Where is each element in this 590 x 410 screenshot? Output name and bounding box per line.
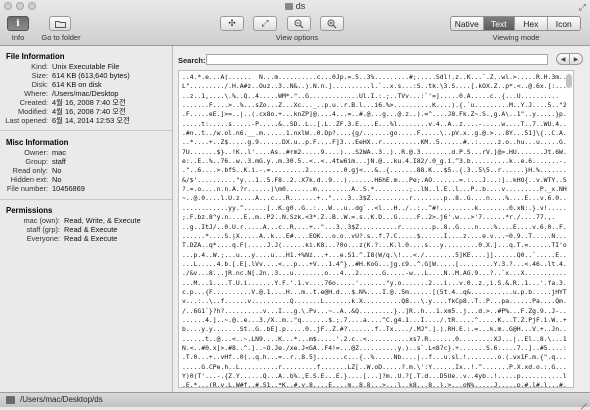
resize-grip-icon[interactable] xyxy=(579,396,587,410)
window-title: ds xyxy=(0,1,590,11)
move-view-button[interactable]: ✣ xyxy=(220,16,244,31)
text-dump-content: ..4.*.e...A(...... N...m..........c...0J… xyxy=(182,73,567,387)
info-label: Info xyxy=(11,33,25,42)
zoom-out-icon xyxy=(294,19,304,28)
zoom-out-button[interactable] xyxy=(287,16,311,31)
file-info-title: File Information xyxy=(6,52,65,61)
expand-arrows-icon: ⤢ xyxy=(261,18,269,28)
zoom-in-icon xyxy=(327,19,337,28)
search-navigation: ◀ ▶ xyxy=(556,53,583,65)
move-arrows-icon: ✣ xyxy=(228,18,236,28)
section-divider xyxy=(0,130,172,131)
section-divider xyxy=(0,199,172,200)
previous-match-button[interactable]: ◀ xyxy=(557,54,570,64)
zoom-in-button[interactable] xyxy=(320,16,344,31)
vertical-scrollbar[interactable] xyxy=(566,72,572,386)
info-row-modified: Modified: 4월 16, 2008 7:40 오전 xyxy=(18,107,126,116)
mode-text-button[interactable]: Text xyxy=(483,17,516,30)
window-title-text: ds xyxy=(295,1,306,11)
chevron-right-icon: ▶ xyxy=(573,56,579,63)
folder-icon xyxy=(54,20,66,28)
misc-row-owner: Owner: mac xyxy=(24,148,66,157)
misc-row-hidden-ext: Hidden ext: No xyxy=(10,175,62,184)
next-match-button[interactable]: ▶ xyxy=(570,54,582,64)
info-icon: i xyxy=(16,18,20,29)
info-row-created: Created: 4월 16, 2008 7:40 오전 xyxy=(19,98,126,107)
viewing-mode-control: Native Text Hex Icon xyxy=(450,16,581,31)
document-icon xyxy=(284,3,293,11)
mode-hex-button[interactable]: Hex xyxy=(515,17,548,30)
permissions-title: Permissions xyxy=(6,206,53,215)
go-to-folder-button[interactable] xyxy=(49,16,71,31)
viewing-mode-label: Viewing mode xyxy=(492,33,540,42)
misc-row-file-number: File number: 10456869 xyxy=(6,184,85,193)
info-row-where: Where:/Users/mac/Desktop xyxy=(24,89,119,98)
perm-row-everyone: Everyone: Read & Execute xyxy=(26,234,118,243)
info-sidebar: File Information Kind: Unix Executable Fi… xyxy=(0,46,173,392)
perm-row-group: staff (grp): Read & Execute xyxy=(26,225,118,234)
app-window: ds ⤢ i Info Go to folder ✣ ⤢ View option… xyxy=(0,0,590,410)
perm-row-owner: mac (own): Read, Write, & Execute xyxy=(23,216,141,225)
file-icon xyxy=(6,396,15,404)
status-bar: /Users/mac/Desktop/ds xyxy=(0,392,590,410)
info-row-kind: Kind: Unix Executable File xyxy=(31,62,120,71)
search-input[interactable] xyxy=(206,54,548,65)
info-button[interactable]: i xyxy=(7,16,29,31)
go-to-folder-label: Go to folder xyxy=(41,33,81,42)
content-pane: Search: ◀ ▶ ..4.*.e...A(...... N...m....… xyxy=(173,46,590,392)
status-path: /Users/mac/Desktop/ds xyxy=(20,395,103,404)
misc-row-read-only: Read only: No xyxy=(12,166,62,175)
misc-row-group: Group: staff xyxy=(25,157,66,166)
info-row-size: Size: 614 KB (613,640 bytes) xyxy=(31,71,130,80)
scrollbar-thumb[interactable] xyxy=(566,74,572,88)
misc-info-title: Misc Information xyxy=(6,138,69,147)
mode-native-button[interactable]: Native xyxy=(451,17,484,30)
info-row-disk: Disk: 614 KB on disk xyxy=(31,80,102,89)
info-row-last-opened: Last opened: 6월 14, 2014 12:53 오전 xyxy=(5,116,130,125)
expand-view-button[interactable]: ⤢ xyxy=(253,16,277,31)
fullscreen-icon[interactable]: ⤢ xyxy=(579,2,586,13)
mode-icon-button[interactable]: Icon xyxy=(547,17,580,30)
toolbar: ds ⤢ i Info Go to folder ✣ ⤢ View option… xyxy=(0,0,590,46)
text-dump-view[interactable]: ..4.*.e...A(...... N...m..........c...0J… xyxy=(178,70,574,388)
search-label: Search: xyxy=(178,56,206,65)
view-options-label: View options xyxy=(275,33,319,42)
chevron-left-icon: ◀ xyxy=(560,56,566,63)
